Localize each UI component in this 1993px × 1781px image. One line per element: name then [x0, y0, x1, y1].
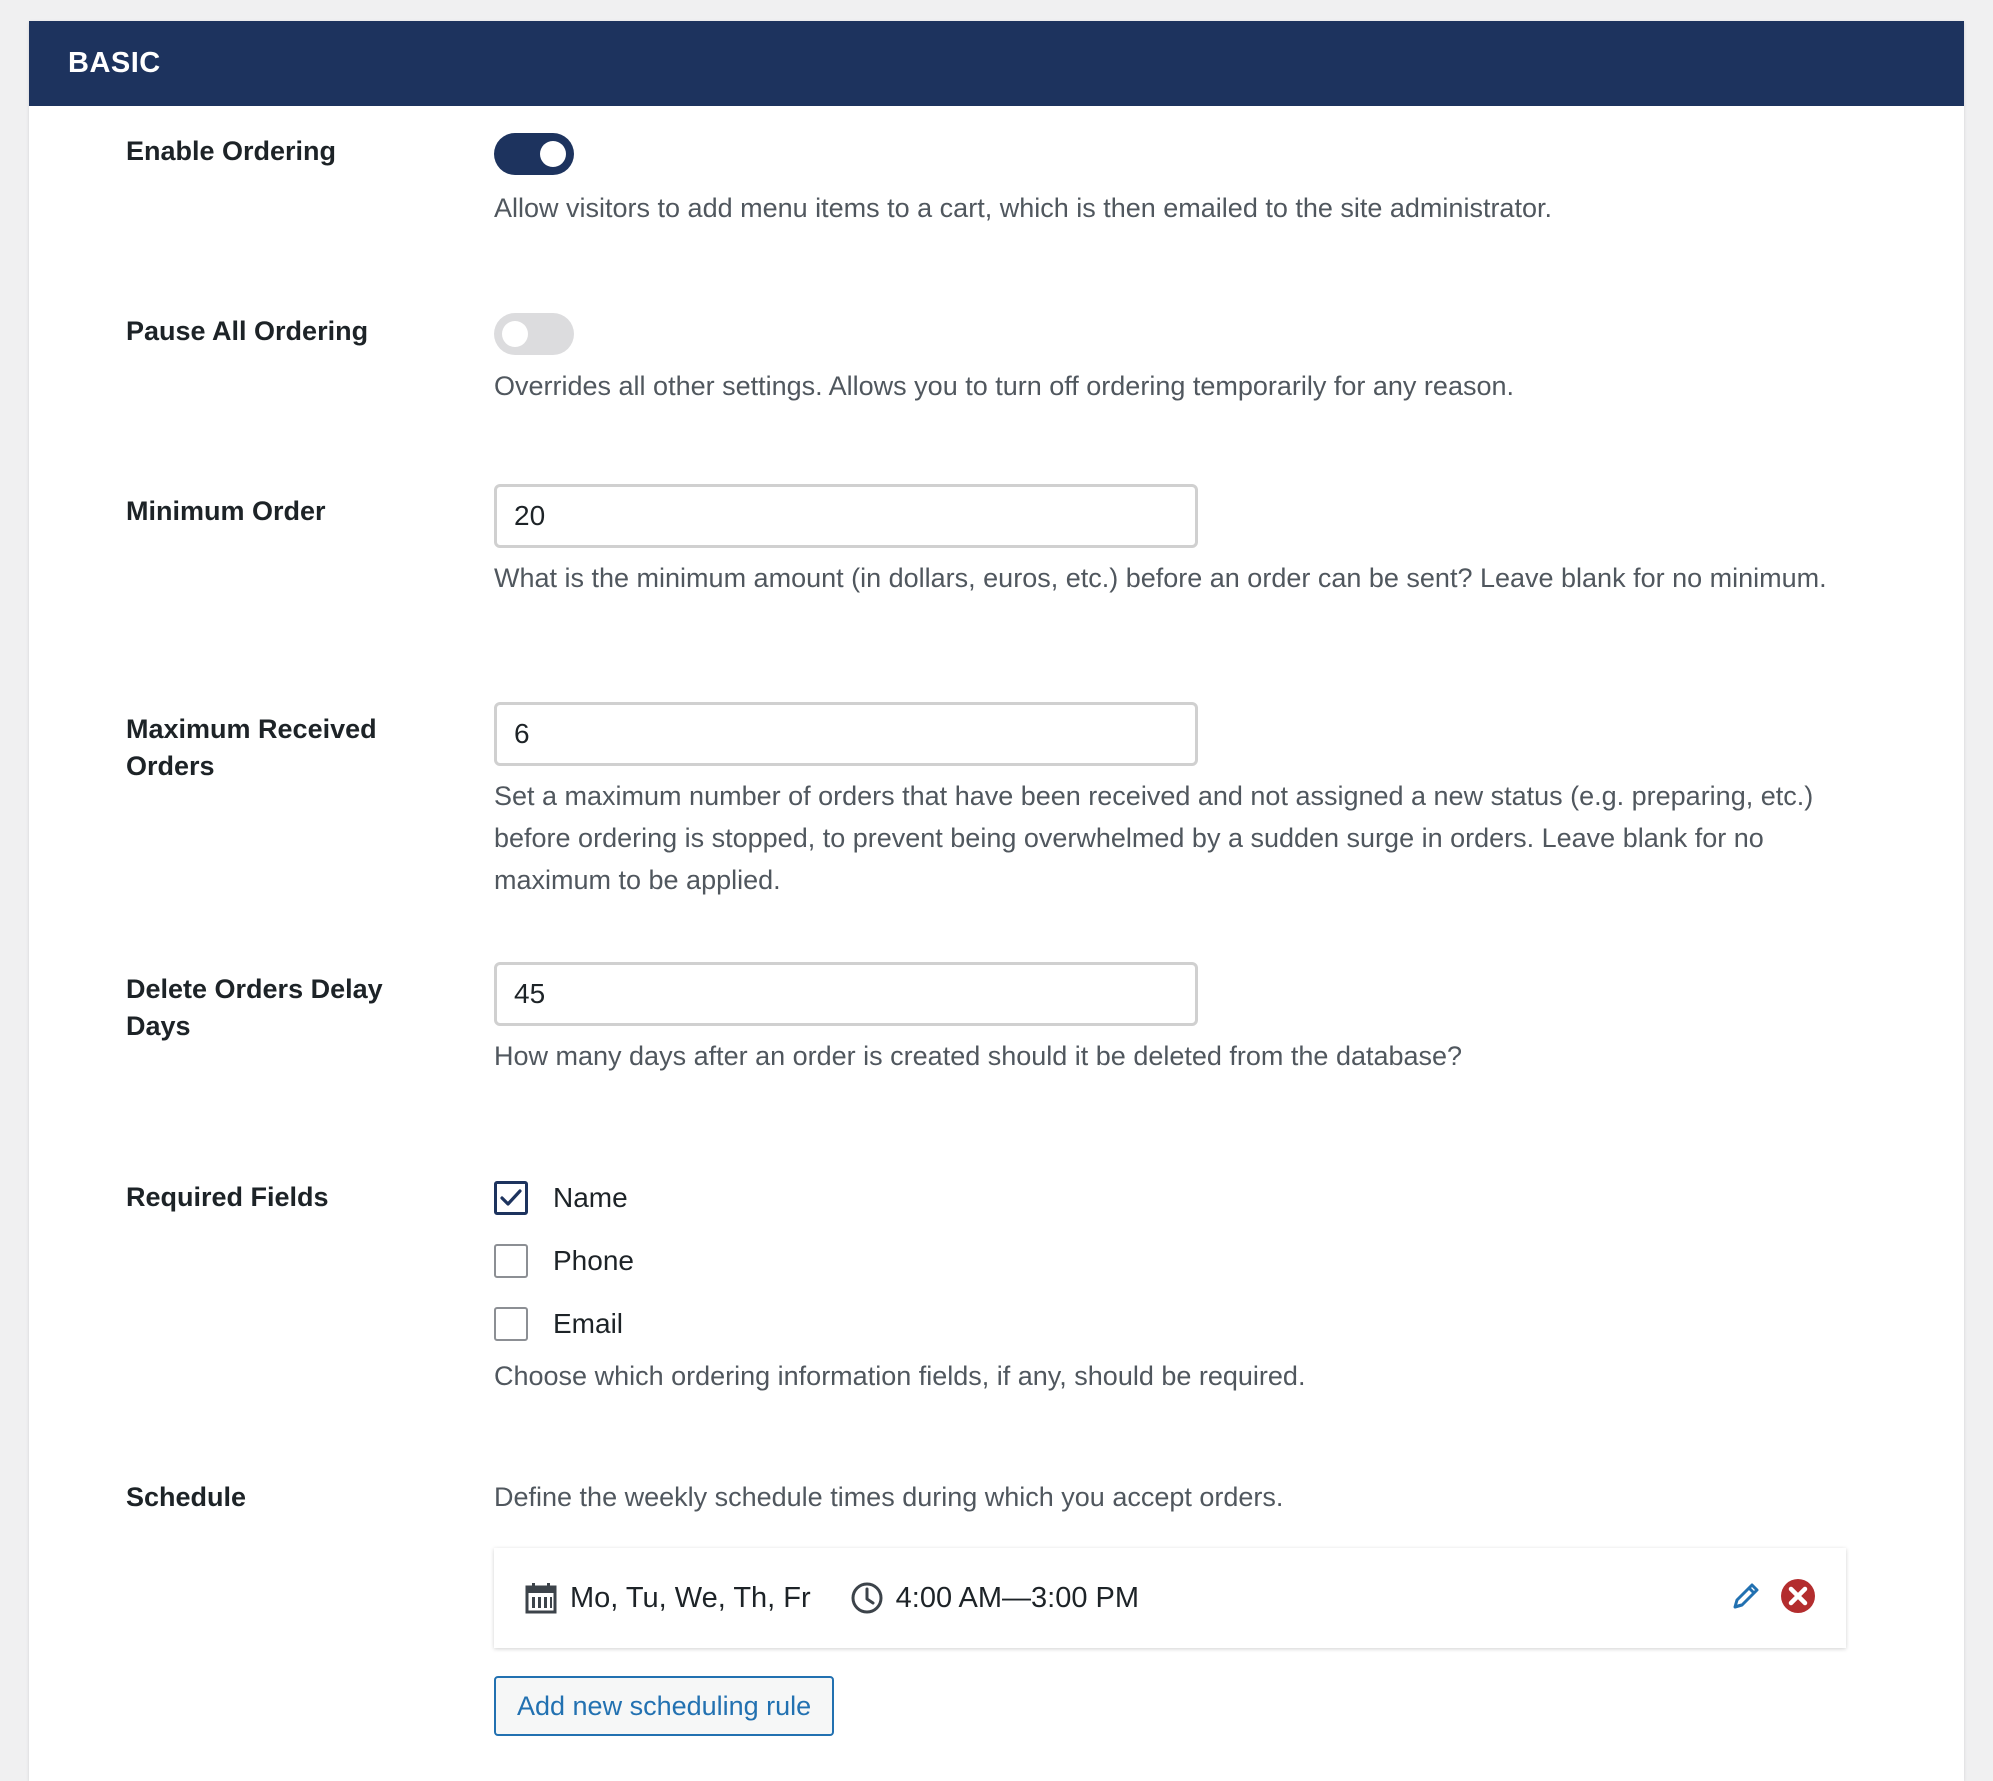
required-field-name[interactable]: Name — [494, 1166, 1854, 1229]
required-field-email[interactable]: Email — [494, 1292, 1854, 1355]
pencil-icon[interactable] — [1730, 1580, 1762, 1612]
calendar-icon — [525, 1583, 557, 1614]
required-fields-label: Required Fields — [126, 1182, 329, 1212]
rule-days-text: Mo, Tu, We, Th, Fr — [570, 1581, 811, 1614]
minimum-order-description: What is the minimum amount (in dollars, … — [494, 563, 1827, 593]
rule-days: Mo, Tu, We, Th, Fr — [524, 1581, 811, 1615]
pause-all-ordering-description: Overrides all other settings. Allows you… — [494, 371, 1514, 401]
checkbox-phone[interactable] — [494, 1243, 528, 1278]
delete-circle-icon[interactable] — [1780, 1578, 1816, 1614]
required-field-phone[interactable]: Phone — [494, 1229, 1854, 1292]
delete-orders-delay-days-input[interactable] — [494, 962, 1198, 1026]
minimum-order-input[interactable] — [494, 484, 1198, 548]
toggle-knob — [540, 141, 566, 167]
delete-orders-delay-days-description: How many days after an order is created … — [494, 1041, 1463, 1071]
pause-all-ordering-label: Pause All Ordering — [126, 316, 369, 346]
enable-ordering-toggle[interactable] — [494, 133, 574, 175]
required-fields-description: Choose which ordering information fields… — [494, 1361, 1306, 1391]
schedule-label: Schedule — [126, 1482, 247, 1512]
checkbox-label: Phone — [553, 1244, 634, 1276]
delete-orders-delay-days-label: Delete Orders Delay Days — [126, 974, 383, 1041]
checkbox-name[interactable] — [494, 1180, 528, 1215]
rule-time: 4:00 AM—3:00 PM — [850, 1581, 1139, 1615]
checkmark-icon — [500, 1188, 522, 1206]
settings-panel: BASIC Enable Ordering Allow visitors to … — [29, 21, 1964, 1781]
maximum-received-orders-input[interactable] — [494, 702, 1198, 766]
checkbox-email[interactable] — [494, 1306, 528, 1341]
minimum-order-label: Minimum Order — [126, 496, 326, 526]
schedule-rule: Mo, Tu, We, Th, Fr 4:00 AM—3:00 PM — [494, 1548, 1846, 1648]
add-scheduling-rule-button[interactable]: Add new scheduling rule — [494, 1676, 835, 1736]
pause-all-ordering-toggle[interactable] — [494, 313, 574, 355]
maximum-received-orders-label: Maximum Received Orders — [126, 714, 377, 781]
section-title: BASIC — [68, 47, 161, 79]
clock-icon — [851, 1582, 883, 1614]
schedule-description: Define the weekly schedule times during … — [494, 1482, 1284, 1512]
enable-ordering-description: Allow visitors to add menu items to a ca… — [494, 193, 1552, 223]
toggle-knob — [502, 321, 528, 347]
checkbox-label: Name — [553, 1181, 628, 1213]
enable-ordering-label: Enable Ordering — [126, 136, 337, 166]
rule-actions — [1730, 1578, 1816, 1614]
rule-time-text: 4:00 AM—3:00 PM — [895, 1581, 1140, 1614]
checkbox-label: Email — [553, 1307, 624, 1339]
section-header: BASIC — [29, 21, 1964, 106]
maximum-received-orders-description: Set a maximum number of orders that have… — [494, 781, 1814, 895]
